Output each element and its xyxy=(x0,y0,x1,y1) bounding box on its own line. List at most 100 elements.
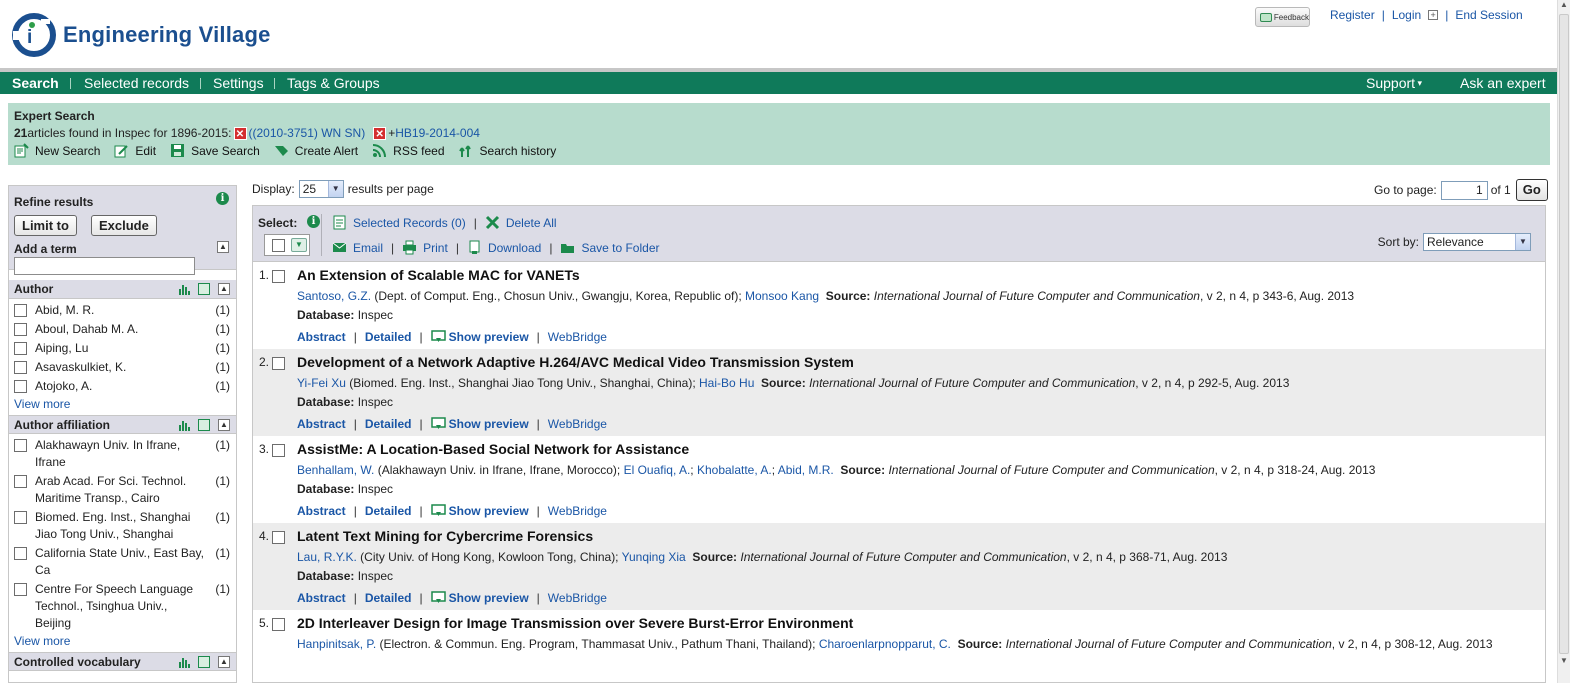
result-checkbox[interactable] xyxy=(272,618,285,631)
nav-tags-groups[interactable]: Tags & Groups xyxy=(287,75,380,91)
collapse-icon[interactable]: ▲ xyxy=(218,419,230,431)
limit-to-button[interactable]: Limit to xyxy=(14,215,77,236)
facet-item[interactable]: Atojoko, A. (1) xyxy=(14,378,230,395)
author-link[interactable]: Hanpinitsak, P. xyxy=(297,637,376,651)
facet-item[interactable]: Abid, M. R. (1) xyxy=(14,302,230,319)
webbridge-link[interactable]: WebBridge xyxy=(548,591,607,605)
info-icon[interactable]: i xyxy=(216,192,229,205)
edit-button[interactable]: Edit xyxy=(114,143,156,158)
save-to-folder-link[interactable]: Save to Folder xyxy=(581,241,659,255)
facet-checkbox[interactable] xyxy=(14,583,27,596)
nav-search[interactable]: Search xyxy=(12,75,59,91)
result-title[interactable]: An Extension of Scalable MAC for VANETs xyxy=(297,267,580,283)
download-link[interactable]: Download xyxy=(488,241,541,255)
facet-checkbox[interactable] xyxy=(14,547,27,560)
facet-checkbox[interactable] xyxy=(14,511,27,524)
detailed-link[interactable]: Detailed xyxy=(365,591,412,605)
result-title[interactable]: Latent Text Mining for Cybercrime Forens… xyxy=(297,528,593,544)
collapse-icon[interactable]: ▲ xyxy=(217,241,229,253)
facet-item[interactable]: Centre For Speech Language Technol., Tsi… xyxy=(14,581,230,632)
author-link[interactable]: Yi-Fei Xu xyxy=(297,376,346,390)
result-checkbox[interactable] xyxy=(272,357,285,370)
save-search-button[interactable]: Save Search xyxy=(170,143,260,158)
search-history-button[interactable]: Search history xyxy=(458,143,556,158)
facet-checkbox[interactable] xyxy=(14,323,27,336)
result-title[interactable]: Development of a Network Adaptive H.264/… xyxy=(297,354,854,370)
webbridge-link[interactable]: WebBridge xyxy=(548,504,607,518)
facet-checkbox[interactable] xyxy=(14,342,27,355)
author-view-more-link[interactable]: View more xyxy=(9,397,236,411)
abstract-link[interactable]: Abstract xyxy=(297,417,346,431)
author-link[interactable]: Benhallam, W. xyxy=(297,463,374,477)
search-term-2[interactable]: HB19-2014-004 xyxy=(395,126,480,140)
search-term-1[interactable]: ((2010-3751) WN SN) xyxy=(249,126,366,140)
author-link[interactable]: Yunqing Xia xyxy=(622,550,686,564)
nav-selected-records[interactable]: Selected records xyxy=(84,75,189,91)
facet-item[interactable]: Biomed. Eng. Inst., Shanghai Jiao Tong U… xyxy=(14,509,230,543)
expand-plus-icon[interactable]: + xyxy=(1428,10,1439,20)
selected-records-link[interactable]: Selected Records (0) xyxy=(353,216,466,230)
new-search-button[interactable]: New Search xyxy=(14,143,100,158)
author-link[interactable]: El Ouafiq, A. xyxy=(624,463,691,477)
detailed-link[interactable]: Detailed xyxy=(365,417,412,431)
select-all-dropdown[interactable]: ▼ xyxy=(264,234,310,256)
go-button[interactable]: Go xyxy=(1515,179,1548,201)
webbridge-link[interactable]: WebBridge xyxy=(548,330,607,344)
table-export-icon[interactable] xyxy=(198,283,210,295)
nav-support[interactable]: Support ▾ xyxy=(1366,75,1422,91)
facet-checkbox[interactable] xyxy=(14,361,27,374)
author-link[interactable]: Monsoo Kang xyxy=(745,289,819,303)
feedback-button[interactable]: Feedback xyxy=(1255,7,1310,27)
facet-item[interactable]: Aiping, Lu (1) xyxy=(14,340,230,357)
facet-checkbox[interactable] xyxy=(14,439,27,452)
scrollbar-thumb[interactable] xyxy=(1559,14,1569,654)
result-title[interactable]: 2D Interleaver Design for Image Transmis… xyxy=(297,615,853,631)
collapse-icon[interactable]: ▲ xyxy=(218,656,230,668)
show-preview-link[interactable]: Show preview xyxy=(449,330,529,344)
facet-checkbox[interactable] xyxy=(14,304,27,317)
facet-item[interactable]: Aboul, Dahab M. A. (1) xyxy=(14,321,230,338)
scroll-up-arrow-icon[interactable]: ▲ xyxy=(1558,0,1570,12)
table-export-icon[interactable] xyxy=(198,656,210,668)
result-checkbox[interactable] xyxy=(272,444,285,457)
bar-chart-icon[interactable] xyxy=(178,283,190,295)
create-alert-button[interactable]: Create Alert xyxy=(274,143,358,158)
show-preview-link[interactable]: Show preview xyxy=(449,591,529,605)
detailed-link[interactable]: Detailed xyxy=(365,504,412,518)
bar-chart-icon[interactable] xyxy=(178,419,190,431)
results-per-page-select[interactable]: 25 ▼ xyxy=(298,180,344,198)
author-link[interactable]: Abid, M.R. xyxy=(778,463,834,477)
logo[interactable]: i Engineering Village xyxy=(11,12,271,58)
register-link[interactable]: Register xyxy=(1330,8,1375,22)
facet-checkbox[interactable] xyxy=(14,475,27,488)
abstract-link[interactable]: Abstract xyxy=(297,504,346,518)
exclude-button[interactable]: Exclude xyxy=(91,215,157,236)
show-preview-link[interactable]: Show preview xyxy=(449,417,529,431)
select-all-checkbox[interactable] xyxy=(272,238,285,252)
page-number-input[interactable]: 1 xyxy=(1440,180,1488,200)
author-link[interactable]: Lau, R.Y.K. xyxy=(297,550,357,564)
print-link[interactable]: Print xyxy=(423,241,448,255)
show-preview-link[interactable]: Show preview xyxy=(449,504,529,518)
rss-feed-button[interactable]: RSS feed xyxy=(372,143,445,158)
result-checkbox[interactable] xyxy=(272,270,285,283)
remove-term-icon[interactable]: ✕ xyxy=(373,126,387,140)
facet-item[interactable]: Alakhawayn Univ. In Ifrane, Ifrane (1) xyxy=(14,437,230,471)
author-link[interactable]: Santoso, G.Z. xyxy=(297,289,371,303)
table-export-icon[interactable] xyxy=(198,419,210,431)
author-link[interactable]: Hai-Bo Hu xyxy=(699,376,754,390)
collapse-icon[interactable]: ▲ xyxy=(218,283,230,295)
author-link[interactable]: Khobalatte, A. xyxy=(697,463,772,477)
sort-select[interactable]: Relevance ▼ xyxy=(1423,233,1531,251)
bar-chart-icon[interactable] xyxy=(178,656,190,668)
detailed-link[interactable]: Detailed xyxy=(365,330,412,344)
info-icon[interactable]: i xyxy=(307,215,320,228)
affiliation-view-more-link[interactable]: View more xyxy=(9,634,236,648)
facet-item[interactable]: California State Univ., East Bay, Ca (1) xyxy=(14,545,230,579)
scroll-down-arrow-icon[interactable]: ▼ xyxy=(1558,656,1570,668)
abstract-link[interactable]: Abstract xyxy=(297,330,346,344)
webbridge-link[interactable]: WebBridge xyxy=(548,417,607,431)
delete-all-link[interactable]: Delete All xyxy=(506,216,557,230)
facet-item[interactable]: Arab Acad. For Sci. Technol. Maritime Tr… xyxy=(14,473,230,507)
end-session-link[interactable]: End Session xyxy=(1455,8,1522,22)
